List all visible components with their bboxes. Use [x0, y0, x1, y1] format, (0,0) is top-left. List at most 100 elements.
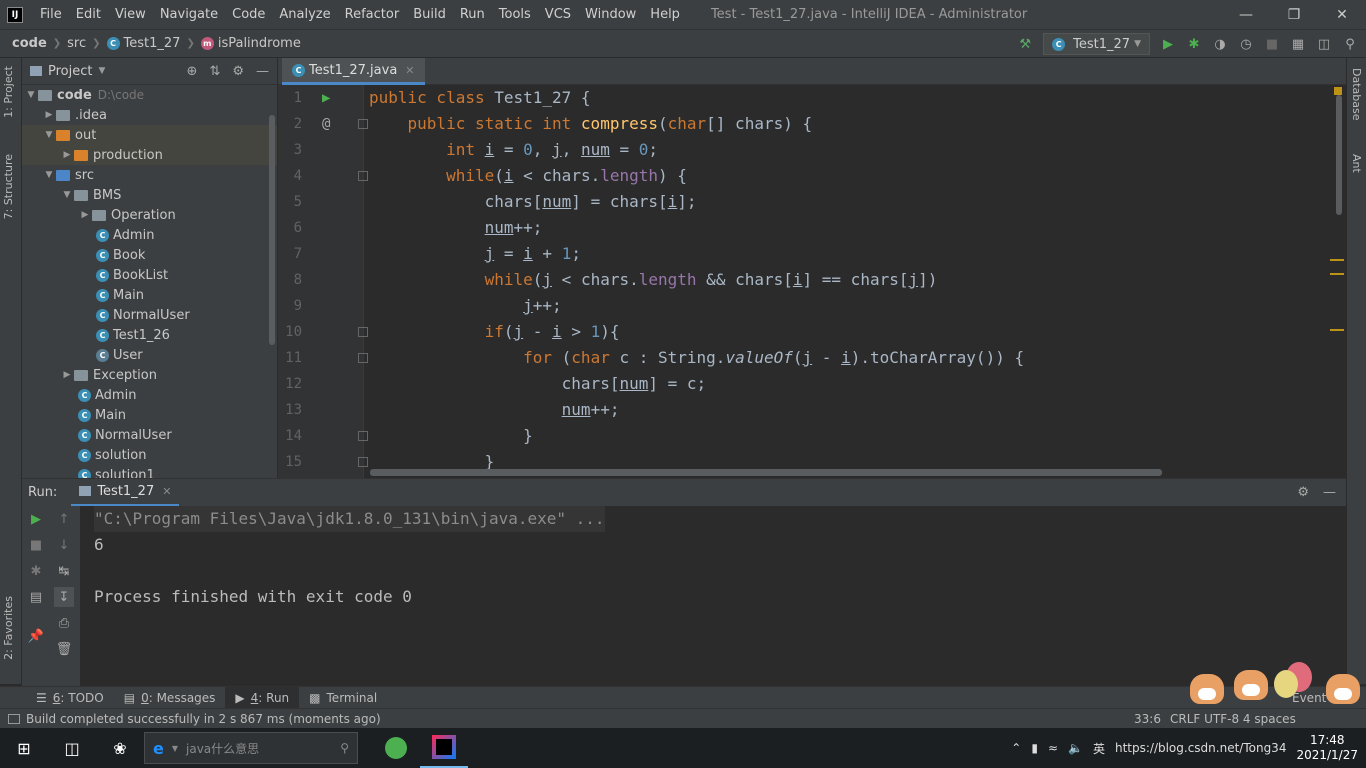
tree-item-class[interactable]: C User [22, 345, 277, 365]
ime-indicator[interactable]: 英 [1093, 740, 1105, 757]
caret-position[interactable]: 33:6 [1134, 712, 1161, 726]
menu-navigate[interactable]: Navigate [153, 0, 225, 30]
expand-arrow-icon[interactable]: ▼ [24, 90, 38, 100]
warning-stripe-marker[interactable] [1330, 329, 1344, 331]
stop-icon[interactable]: ■ [26, 535, 46, 555]
messages-tab[interactable]: ▤ 0: Messages [114, 687, 226, 709]
scroll-down-icon[interactable]: ↓ [54, 535, 74, 555]
tree-item-class[interactable]: C NormalUser [22, 425, 277, 445]
collapse-arrow-icon[interactable]: ▶ [60, 370, 74, 380]
menu-analyze[interactable]: Analyze [272, 0, 337, 30]
print-icon[interactable]: ⎙ [54, 613, 74, 633]
battery-icon[interactable]: ▮ [1031, 741, 1038, 755]
menu-help[interactable]: Help [643, 0, 687, 30]
structure-tool-tab[interactable]: 7: Structure [2, 154, 15, 219]
file-encoding[interactable]: CRLF UTF-8 4 spaces [1170, 712, 1296, 726]
terminal-tab[interactable]: ▩ Terminal [299, 687, 387, 709]
start-button[interactable]: ⊞ [0, 728, 48, 768]
hide-icon[interactable]: — [256, 64, 269, 79]
run-tool-tab[interactable]: ▶ 4: Run [225, 686, 300, 709]
collapse-arrow-icon[interactable]: ▶ [42, 110, 56, 120]
tree-item-class[interactable]: C solution [22, 445, 277, 465]
breadcrumb-src[interactable]: src [67, 36, 86, 51]
code-editor[interactable]: 1 ▶ public class Test1_27 { 2 @ public s… [278, 85, 1346, 478]
fold-marker-icon[interactable] [358, 327, 368, 337]
breadcrumb-method[interactable]: isPalindrome [218, 36, 301, 51]
taskbar-clock[interactable]: 17:48 2021/1/27 [1296, 733, 1358, 763]
layout-icon[interactable]: ◫ [1316, 36, 1332, 52]
tree-item-production[interactable]: ▶ production [22, 145, 277, 165]
restore-layout-icon[interactable]: ✱ [26, 561, 46, 581]
console-output[interactable]: "C:\Program Files\Java\jdk1.8.0_131\bin\… [94, 506, 605, 610]
status-message[interactable]: Build completed successfully in 2 s 867 … [8, 712, 381, 726]
project-structure-icon[interactable]: ▦ [1290, 36, 1306, 52]
coverage-icon[interactable]: ◑ [1212, 36, 1228, 52]
gear-icon[interactable]: ⚙ [1297, 485, 1309, 500]
soft-wrap-icon[interactable]: ↹ [54, 561, 74, 581]
tree-item-class[interactable]: C Book [22, 245, 277, 265]
hide-icon[interactable]: — [1323, 485, 1336, 500]
tree-item-class[interactable]: C solution1 [22, 465, 277, 478]
tree-scrollbar[interactable] [269, 115, 275, 345]
tree-item-exception[interactable]: ▶ Exception [22, 365, 277, 385]
task-view-icon[interactable]: ◫ [48, 728, 96, 768]
close-button[interactable]: ✕ [1318, 0, 1366, 30]
pin-icon[interactable]: 📌 [26, 626, 46, 646]
menu-file[interactable]: File [33, 0, 69, 30]
tree-item-class[interactable]: C Admin [22, 225, 277, 245]
intellij-taskbar-icon[interactable] [420, 728, 468, 768]
fold-marker-icon[interactable] [358, 171, 368, 181]
taskbar-search-box[interactable]: e ▼ java什么意思 ⚲ [144, 732, 358, 764]
menu-view[interactable]: View [108, 0, 153, 30]
maximize-button[interactable]: ❐ [1270, 0, 1318, 30]
fold-marker-icon[interactable] [358, 353, 368, 363]
run-icon[interactable]: ▶ [1160, 36, 1176, 52]
favorites-tool-tab[interactable]: 2: Favorites [2, 596, 15, 660]
menu-tools[interactable]: Tools [492, 0, 538, 30]
status-panel-icon[interactable] [8, 713, 20, 724]
expand-arrow-icon[interactable]: ▼ [42, 130, 56, 140]
tree-item-class[interactable]: C Main [22, 285, 277, 305]
event-log-tab[interactable]: Event Lo [1282, 687, 1354, 709]
editor-vertical-scrollbar[interactable] [1336, 95, 1342, 215]
menu-vcs[interactable]: VCS [538, 0, 578, 30]
menu-run[interactable]: Run [453, 0, 492, 30]
tree-item-class[interactable]: C Test1_26 [22, 325, 277, 345]
editor-horizontal-scrollbar[interactable] [370, 469, 1162, 476]
menu-code[interactable]: Code [225, 0, 272, 30]
collapse-arrow-icon[interactable]: ▶ [78, 210, 92, 220]
volume-icon[interactable]: 🔈 [1068, 741, 1083, 755]
tree-item-bms[interactable]: ▼ BMS [22, 185, 277, 205]
menu-build[interactable]: Build [406, 0, 453, 30]
warning-stripe-marker[interactable] [1330, 273, 1344, 275]
rerun-icon[interactable]: ▶ [26, 509, 46, 529]
database-tool-tab[interactable]: Database [1350, 68, 1363, 121]
collapse-all-icon[interactable]: ⇅ [209, 64, 220, 79]
wifi-icon[interactable]: ≈ [1048, 741, 1058, 755]
editor-tab-test1-27[interactable]: C Test1_27.java ✕ [282, 58, 425, 85]
tree-item-class[interactable]: C BookList [22, 265, 277, 285]
chevron-up-icon[interactable]: ⌃ [1011, 741, 1021, 755]
fold-marker-icon[interactable] [358, 431, 368, 441]
ant-tool-tab[interactable]: Ant [1350, 154, 1363, 173]
menu-refactor[interactable]: Refactor [338, 0, 407, 30]
todo-tab[interactable]: ☰ 6: TODO [26, 687, 114, 709]
collapse-arrow-icon[interactable]: ▶ [60, 150, 74, 160]
profile-icon[interactable]: ◷ [1238, 36, 1254, 52]
trash-icon[interactable]: 🗑 [54, 639, 74, 659]
fold-marker-icon[interactable] [358, 457, 368, 467]
run-tab-test1-27[interactable]: Test1_27 ✕ [71, 479, 180, 507]
gear-icon[interactable]: ⚙ [232, 64, 244, 79]
scroll-up-icon[interactable]: ↑ [54, 509, 74, 529]
tree-item-idea[interactable]: ▶ .idea [22, 105, 277, 125]
close-tab-icon[interactable]: ✕ [162, 485, 171, 498]
breadcrumb-class[interactable]: Test1_27 [124, 36, 181, 51]
run-gutter-icon[interactable]: ▶ [322, 85, 330, 111]
tree-item-operation[interactable]: ▶ Operation [22, 205, 277, 225]
inspection-warning-icon[interactable] [1334, 87, 1342, 95]
run-configuration-select[interactable]: C Test1_27 ▼ [1043, 33, 1150, 55]
annotation-at-icon[interactable]: @ [322, 111, 330, 137]
build-hammer-icon[interactable]: ⚒ [1017, 36, 1033, 52]
tree-item-class[interactable]: C Main [22, 405, 277, 425]
minimize-button[interactable]: — [1222, 0, 1270, 30]
